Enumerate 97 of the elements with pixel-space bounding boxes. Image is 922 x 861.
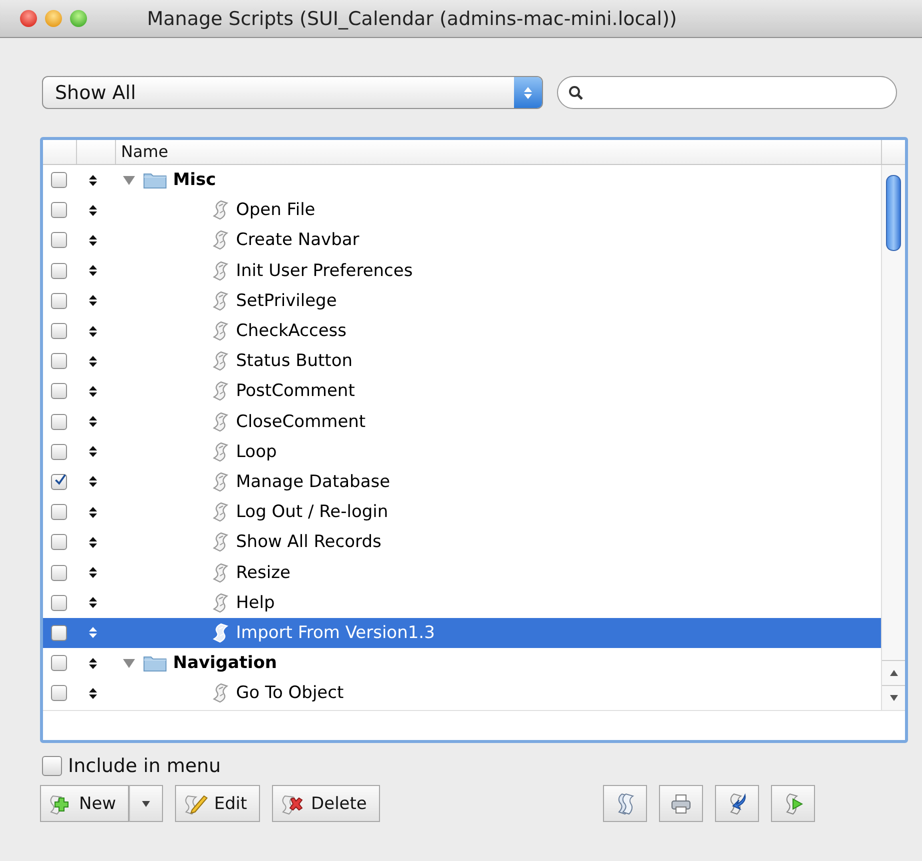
edit-button[interactable]: Edit [175,785,260,822]
reorder-handle-icon[interactable] [89,295,97,306]
script-icon [212,290,230,311]
delete-button[interactable]: Delete [272,785,380,822]
script-name: Log Out / Re-login [236,502,388,522]
script-name: Manage Database [236,472,390,492]
script-icon [212,562,230,583]
reorder-handle-icon[interactable] [89,174,97,186]
disclosure-expanded-icon[interactable] [123,175,135,186]
checkbox[interactable] [51,655,67,672]
folder-name: Misc [173,170,216,190]
disclosure-expanded-icon[interactable] [123,658,135,668]
script-icon [212,442,230,462]
script-icon [212,412,230,432]
script-icon [212,622,230,643]
script-name: PostComment [236,381,355,402]
dropdown-button[interactable] [129,785,164,822]
checkbox[interactable] [51,232,67,248]
script-icon [212,321,230,342]
dropdown-arrows-icon [514,77,542,108]
script-icon [212,683,230,704]
reorder-handle-icon[interactable] [89,234,97,246]
reorder-handle-icon[interactable] [89,506,97,518]
checkbox[interactable] [51,474,67,490]
script-icon [212,200,230,220]
reorder-handle-icon[interactable] [89,446,97,458]
script-name: Help [236,592,275,613]
script-name: CheckAccess [236,321,346,342]
script-name: Go To Object [236,683,344,704]
scrollbar[interactable] [881,165,905,710]
close-button[interactable] [20,10,37,27]
checkbox[interactable] [51,685,67,702]
checkbox[interactable] [51,292,67,309]
script-name: Show All Records [236,532,382,552]
checkbox[interactable] [51,202,67,218]
checkbox[interactable] [51,414,67,430]
printer-button[interactable] [659,785,703,822]
reorder-handle-icon[interactable] [89,416,97,428]
reorder-handle-icon[interactable] [89,386,97,397]
script-icon [212,592,230,613]
script-name: Init User Preferences [236,260,413,281]
script-icon [212,260,230,281]
window-title: Manage Scripts (SUI_Calendar (admins-mac-mini.local)) [147,8,677,30]
folder-icon [143,654,167,672]
checkbox[interactable] [51,624,67,641]
checkbox[interactable] [51,353,67,370]
reorder-handle-icon[interactable] [89,326,97,337]
reorder-handle-icon[interactable] [89,356,97,367]
script-name: Import From Version1.3 [236,622,435,643]
script-icon [212,502,230,522]
script-name: Open File [236,200,316,220]
script-name: SetPrivilege [236,290,337,311]
reorder-handle-icon[interactable] [89,688,97,699]
reorder-handle-icon[interactable] [89,204,97,216]
caret-icon [142,800,150,806]
script-play-button[interactable] [771,785,815,822]
checkbox[interactable] [51,383,67,400]
scroll-thumb[interactable] [886,175,901,251]
printer-icon [669,792,693,816]
checkbox[interactable] [51,504,67,520]
script-name: Status Button [236,351,353,372]
folder-icon [143,171,167,190]
checkbox-label: Include in menu [68,755,221,777]
reorder-handle-icon[interactable] [89,627,97,638]
pencil-icon [182,792,208,814]
script-cross-icon [279,792,306,814]
script-name: Loop [236,442,277,462]
script-icon [212,532,230,552]
filter-dropdown[interactable]: Show All [42,76,543,109]
reorder-handle-icon[interactable] [89,597,97,608]
script-icon [212,351,230,372]
checkbox[interactable] [51,534,67,550]
reorder-handle-icon[interactable] [89,658,97,669]
reorder-handle-icon[interactable] [89,476,97,488]
checkbox[interactable] [51,323,67,340]
checkbox[interactable] [51,172,67,188]
search-icon [568,84,584,100]
script-icon [212,381,230,402]
checkbox[interactable] [51,444,67,460]
checkbox[interactable] [51,564,67,581]
reorder-handle-icon[interactable] [89,567,97,578]
new-button[interactable]: New [40,785,130,822]
script-name: Create Navbar [236,230,360,250]
checkbox[interactable] [51,262,67,279]
script-name: Resize [236,562,290,583]
reorder-handle-icon[interactable] [89,265,97,276]
script-icon [212,472,230,492]
script-arrow-button[interactable] [715,785,759,822]
folder-name: Navigation [173,653,277,674]
search-field[interactable] [557,76,897,109]
zoom-button[interactable] [70,10,87,27]
reorder-handle-icon[interactable] [89,536,97,548]
checkbox[interactable] [42,756,62,776]
script-name: CloseComment [236,412,366,432]
scripts-button[interactable] [603,785,647,822]
checkbox[interactable] [51,594,67,611]
script-icon [212,230,230,250]
